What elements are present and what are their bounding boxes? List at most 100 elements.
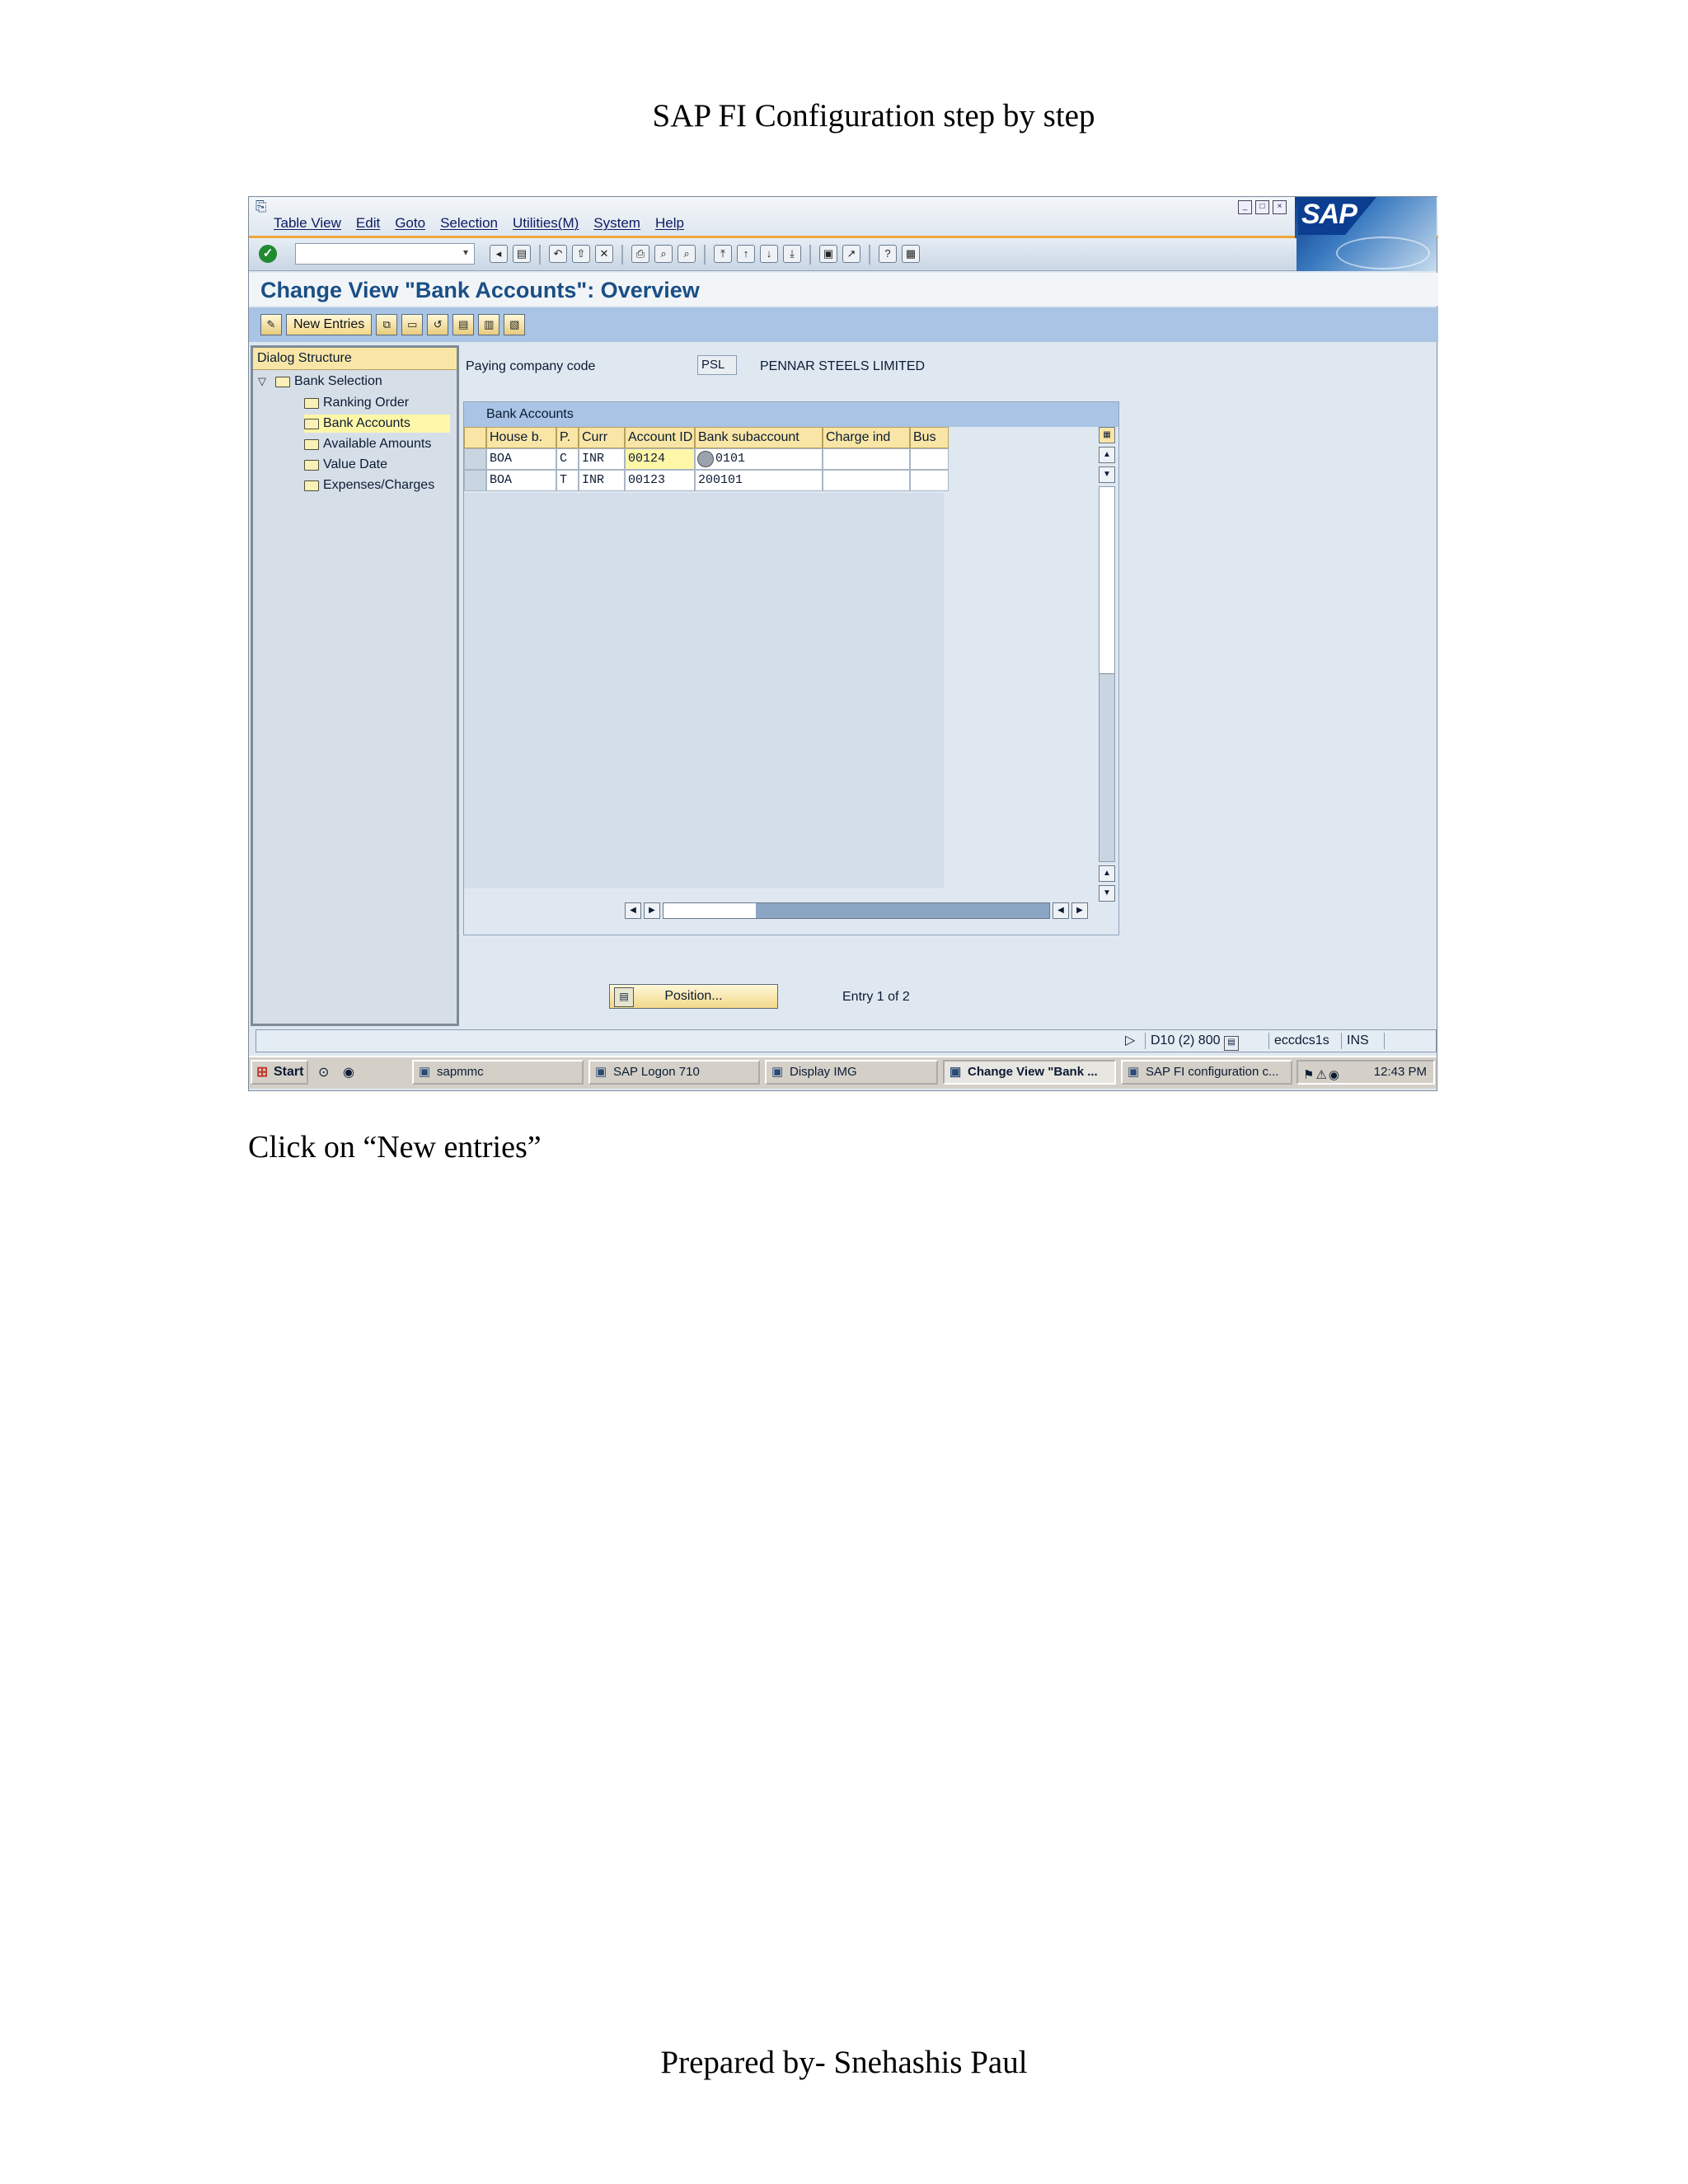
select-block-icon[interactable]: ▥ bbox=[478, 314, 500, 335]
exit-icon[interactable]: ⇧ bbox=[572, 245, 590, 263]
horizontal-scroll-track[interactable] bbox=[663, 902, 1050, 919]
table-cell[interactable] bbox=[823, 470, 910, 491]
menu-system[interactable]: System bbox=[593, 215, 640, 232]
table-cell[interactable]: 00124 bbox=[625, 448, 695, 470]
task-change-view[interactable]: Change View "Bank ... bbox=[943, 1060, 1116, 1085]
layout-icon[interactable]: ▦ bbox=[902, 245, 920, 263]
tree-item-available-amounts[interactable]: Available Amounts bbox=[304, 435, 431, 453]
menu-icon[interactable]: ⎘ bbox=[256, 199, 272, 214]
system-tray: ⚑⚠◉ 12:43 PM bbox=[1296, 1060, 1435, 1085]
empty-rows-area[interactable] bbox=[464, 493, 944, 888]
tree-item-expenses-charges[interactable]: Expenses/Charges bbox=[304, 476, 434, 494]
menu-table-view[interactable]: Table View bbox=[274, 215, 341, 232]
table-cell[interactable]: INR bbox=[579, 470, 625, 491]
scroll-col-left-icon[interactable]: ◀ bbox=[1053, 902, 1069, 919]
task-display-img[interactable]: Display IMG bbox=[765, 1060, 938, 1085]
vertical-scrollbar[interactable]: ▦ ▲ ▼ ▲ ▼ bbox=[1099, 427, 1117, 902]
start-button[interactable]: Start bbox=[251, 1060, 308, 1085]
tree-item-bank-accounts[interactable]: Bank Accounts bbox=[304, 415, 450, 433]
scroll-page-up-icon[interactable]: ▲ bbox=[1099, 865, 1115, 882]
maximize-icon[interactable]: □ bbox=[1255, 200, 1269, 214]
table-cell[interactable]: INR bbox=[579, 448, 625, 470]
table-cell[interactable]: 200101 bbox=[695, 470, 823, 491]
scroll-right-icon[interactable]: ▶ bbox=[644, 902, 660, 919]
menu-utilities[interactable]: Utilities(M) bbox=[513, 215, 579, 232]
new-session-icon[interactable]: ▣ bbox=[819, 245, 837, 263]
task-sap-logon[interactable]: SAP Logon 710 bbox=[588, 1060, 760, 1085]
close-icon[interactable]: × bbox=[1273, 200, 1287, 214]
col-header-currency[interactable]: Curr bbox=[579, 427, 625, 448]
scroll-track[interactable] bbox=[1099, 486, 1115, 862]
table-cell[interactable]: 0101 bbox=[695, 448, 823, 470]
menu-help[interactable]: Help bbox=[655, 215, 684, 232]
table-cell[interactable] bbox=[910, 470, 949, 491]
minimize-icon[interactable]: _ bbox=[1238, 200, 1252, 214]
table-cell[interactable]: T bbox=[556, 470, 579, 491]
cancel-icon[interactable]: ✕ bbox=[595, 245, 613, 263]
desktop-icon[interactable]: ⊙ bbox=[318, 1064, 329, 1080]
delete-icon[interactable]: ▭ bbox=[401, 314, 424, 335]
select-all-icon[interactable]: ▤ bbox=[452, 314, 475, 335]
col-header-house-bank[interactable]: House b. bbox=[486, 427, 556, 448]
save-icon[interactable]: ▤ bbox=[513, 245, 531, 263]
scroll-page-down-icon[interactable]: ▼ bbox=[1099, 885, 1115, 902]
col-header-payment-method[interactable]: P. bbox=[556, 427, 579, 448]
first-page-icon[interactable]: ⤒ bbox=[714, 245, 732, 263]
horizontal-scrollbar[interactable]: ◀ ▶ ◀ ▶ bbox=[625, 902, 1093, 920]
print-icon[interactable]: ⎙ bbox=[631, 245, 649, 263]
copy-icon[interactable]: ⧉ bbox=[376, 314, 398, 335]
table-cell[interactable]: BOA bbox=[486, 470, 556, 491]
scroll-up-icon[interactable]: ▲ bbox=[1099, 447, 1115, 463]
deselect-all-icon[interactable]: ▧ bbox=[504, 314, 526, 335]
dropdown-icon[interactable]: ▾ bbox=[459, 246, 472, 261]
find-icon[interactable]: ⌕ bbox=[654, 245, 673, 263]
back-icon[interactable]: ↶ bbox=[549, 245, 567, 263]
task-sap-fi-doc[interactable]: SAP FI configuration c... bbox=[1121, 1060, 1292, 1085]
enter-icon[interactable]: ✓ bbox=[259, 245, 277, 263]
table-cell[interactable]: C bbox=[556, 448, 579, 470]
cursor-icon bbox=[697, 451, 714, 467]
tree-header: Dialog Structure bbox=[253, 348, 457, 370]
browser-icon[interactable]: ◉ bbox=[343, 1064, 354, 1080]
table-cell[interactable] bbox=[910, 448, 949, 470]
task-sapmmc[interactable]: sapmmc bbox=[412, 1060, 584, 1085]
status-expand-icon[interactable]: ▷ bbox=[1120, 1033, 1135, 1049]
back-arrow-icon[interactable]: ◂ bbox=[490, 245, 508, 263]
col-header-account-id[interactable]: Account ID bbox=[625, 427, 695, 448]
horizontal-scroll-thumb[interactable] bbox=[663, 903, 756, 918]
system-info-icon[interactable]: ▤ bbox=[1223, 1036, 1239, 1051]
scroll-thumb[interactable] bbox=[1100, 487, 1114, 674]
col-header-bus[interactable]: Bus bbox=[910, 427, 949, 448]
tree-item-ranking-order[interactable]: Ranking Order bbox=[304, 394, 409, 412]
table-settings-icon[interactable]: ▦ bbox=[1099, 427, 1115, 443]
menu-selection[interactable]: Selection bbox=[440, 215, 498, 232]
undo-icon[interactable]: ↺ bbox=[427, 314, 449, 335]
row-selector[interactable] bbox=[464, 448, 486, 470]
scroll-down-icon[interactable]: ▼ bbox=[1099, 466, 1115, 483]
display-change-icon[interactable]: ✎ bbox=[260, 314, 282, 335]
new-entries-button[interactable]: New Entries bbox=[286, 314, 373, 335]
last-page-icon[interactable]: ⤓ bbox=[783, 245, 801, 263]
help-icon[interactable]: ? bbox=[879, 245, 897, 263]
tree-item-bank-selection[interactable]: ▽ Bank Selection bbox=[258, 373, 382, 391]
tray-icons[interactable]: ⚑⚠◉ bbox=[1303, 1065, 1341, 1086]
table-cell[interactable]: BOA bbox=[486, 448, 556, 470]
row-selector-header[interactable] bbox=[464, 427, 486, 448]
menu-edit[interactable]: Edit bbox=[356, 215, 380, 232]
expand-triangle-icon[interactable]: ▽ bbox=[258, 375, 271, 388]
position-button[interactable]: ▤ Position... bbox=[609, 984, 778, 1009]
next-page-icon[interactable]: ↓ bbox=[760, 245, 778, 263]
col-header-charge-ind[interactable]: Charge ind bbox=[823, 427, 910, 448]
row-selector[interactable] bbox=[464, 470, 486, 491]
scroll-col-right-icon[interactable]: ▶ bbox=[1071, 902, 1088, 919]
col-header-bank-subaccount[interactable]: Bank subaccount bbox=[695, 427, 823, 448]
find-next-icon[interactable]: ⌕ bbox=[678, 245, 696, 263]
table-cell[interactable]: 00123 bbox=[625, 470, 695, 491]
command-field[interactable]: ▾ bbox=[295, 243, 475, 265]
tree-item-value-date[interactable]: Value Date bbox=[304, 456, 387, 474]
previous-page-icon[interactable]: ↑ bbox=[737, 245, 755, 263]
table-cell[interactable] bbox=[823, 448, 910, 470]
scroll-left-icon[interactable]: ◀ bbox=[625, 902, 641, 919]
menu-goto[interactable]: Goto bbox=[395, 215, 425, 232]
shortcut-icon[interactable]: ↗ bbox=[842, 245, 860, 263]
